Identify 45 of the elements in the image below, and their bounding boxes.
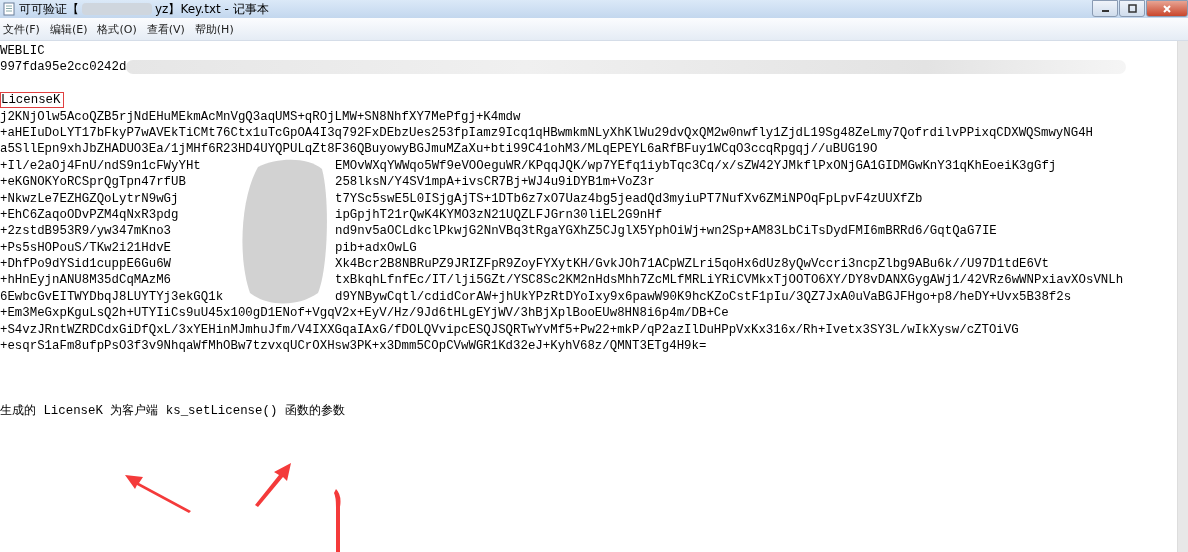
text-line: a5SllEpn9xhJbZHADUO3Ea/1jMHf6R23HD4UYQPULqZt8F36QBuyowyBGJmuMZaXu+bti99C41ohM3/MLqEPEYL6aRfBFuy1WCqO3ccqRpgqj//uBUG19O	[0, 141, 879, 158]
maximize-icon	[1127, 4, 1137, 13]
text-line: +eKGNOKYoRCSprQgTpn47rfUB	[0, 175, 186, 190]
text-line: 6EwbcGvEITWYDbqJ8LUYTYj3ekGQ1k	[0, 289, 224, 304]
text-line: WEBLIC	[0, 43, 46, 60]
text-line: +Ps5sHOPouS/TKw2i21HdvE	[0, 240, 172, 255]
menu-item[interactable]: 帮助(H)	[191, 21, 241, 37]
arrow-drawing	[253, 463, 293, 507]
text-line: 997fda95e2cc0242d	[0, 59, 127, 76]
menu-item[interactable]: 格式(O)	[94, 21, 144, 37]
text-line: Xk4Bcr2B8NBRuPZ9JRIZFpR9ZoyFYXytKH/GvkJOh71ACpWZLri5qoHx6dUz8yQwVccri3ncpZlbg9ABu6k//U97D1tdE6Vt	[335, 256, 1049, 273]
close-button[interactable]	[1146, 0, 1188, 17]
text-line: +DhfPo9dYSid1cuppE6Gu6W	[0, 257, 172, 272]
text-line: nd9nv5aOCLdkclPkwjG2NnVBq3tRgaYGXhZ5CJglX5YphOiWj+wn2Sp+AM83LbCiTsDydFMI6mBRRd6/GqtQaG7IE	[335, 223, 997, 240]
text-line: +esqrS1aFm8ufpPsO3f3v9NhqaWfMhOBw7tzvxqUCrOXHsw3PK+x3Dmm5COpCVwWGR1Kd32eJ+KyhV68z/QMNT3ETg4H9k=	[0, 338, 708, 355]
text-line: +2zstdB953R9/yw347mKno3	[0, 224, 172, 239]
menu-item[interactable]: 编辑(E)	[46, 21, 95, 37]
text-line: txBkqhLfnfEc/IT/lji5GZt/YSC8Sc2KM2nHdsMhh7ZcMLfMRLiYRiCVMkxTjOOTO6XY/DY8vDANXGygAWj1/42VRz6wWNPxiavXOsVNLh	[335, 272, 1124, 289]
window-title: yz】Key.txt - 记事本	[155, 0, 269, 18]
menu-item[interactable]: 文件(F)	[0, 21, 47, 37]
text-line: +S4vzJRntWZRDCdxGiDfQxL/3xYEHinMJmhuJfm/V4IXXGqaIAxG/fDOLQVvipcESQJSQRTwYvMf5+Pw22+mkP/qP2azIlDuHPpVxKx316x/Rh+Ivetx3SY3L/wIkXysw/cZTOiVG	[0, 321, 1020, 339]
scrollbar[interactable]	[1177, 41, 1188, 552]
text-line: +EhC6ZaqoODvPZM4qNxR3pdg	[0, 207, 179, 222]
close-icon	[1162, 3, 1172, 14]
menu-item[interactable]: 查看(V)	[143, 21, 192, 37]
text-line: +Il/e2aOj4FnU/ndS9n1cFWyYHt	[0, 158, 201, 173]
text-line: ipGpjhT21rQwK4KYMO3zN21UQZLFJGrn30liEL2G9nHf	[335, 206, 663, 224]
blurred-patch	[82, 3, 152, 15]
text-line: EMOvWXqYWWqo5Wf9eVOOeguWR/KPqqJQK/wp7YEfq1iybTqc3Cq/x/sZW42YJMkflPxONjGA1GIDMGwKnY31qKhEoeiK3gGfj	[335, 157, 1057, 175]
text-line: j2KNjOlw5AcoQZB5rjNdEHuMEkmAcMnVgQ3aqUMS+qROjLMW+SN8NhfXY7MePfgj+K4mdw	[0, 108, 522, 125]
text-line: d9YNBywCqtl/cdidCorAW+jhUkYPzRtDYoIxy9x6pawW90K9hcKZoCstF1pIu/3QZ7JxA0uVaBGJFHgo+p8/heDY+Uvx5B38f2s	[335, 288, 1072, 306]
text-line: 258lksN/Y4SV1mpA+ivsCR7Bj+WJ4u9iDYB1m+VoZ3r	[335, 174, 655, 191]
window-title: 可可验证【	[19, 0, 79, 18]
arrow-drawing	[125, 473, 193, 513]
notepad-icon	[2, 2, 16, 16]
text-line: +NkwzLe7EZHGZQoLytrN9wGj	[0, 191, 179, 206]
minimize-button[interactable]	[1092, 0, 1118, 17]
highlighted-text: LicenseK	[0, 92, 64, 109]
text-line: t7YSc5swE5L0ISjgAjTS+1DTb6z7xO7Uaz4bg5jeadQd3myiuPT7NufXv6ZMiNPOqFpLpvF4zUUXfZb	[335, 190, 923, 207]
maximize-button[interactable]	[1119, 0, 1145, 17]
text-line: +aHEIuDoLYT17bFkyP7wAVEkTiCMt76Ctx1uTcGpOA4I3q792FxDEbzUes253fpIamz9Icq1qHBwmkmNLyXhKlWu29dvQxQM2w0nwfly1ZjdL19Sg48ZeLmy7QofrdilvPPixqCDXWQSmwyNG4H	[0, 124, 1095, 142]
text-line: +Em3MeGxpKguLsQ2h+UTYIiCs9uU45x100gD1ENof+VgqV2x+EyV/Hz/9Jd6tHLgEYjWV/3hBjXplBooEUw8HN8i6p4m/DB+Ce	[0, 305, 730, 322]
text-line: pib+adxOwLG	[335, 239, 417, 257]
text-line: +hHnEyjnANU8M35dCqMAzM6	[0, 273, 172, 288]
note-text: 生成的 LicenseK 为客户端 ks_setLicense() 函数的参数	[0, 403, 346, 420]
